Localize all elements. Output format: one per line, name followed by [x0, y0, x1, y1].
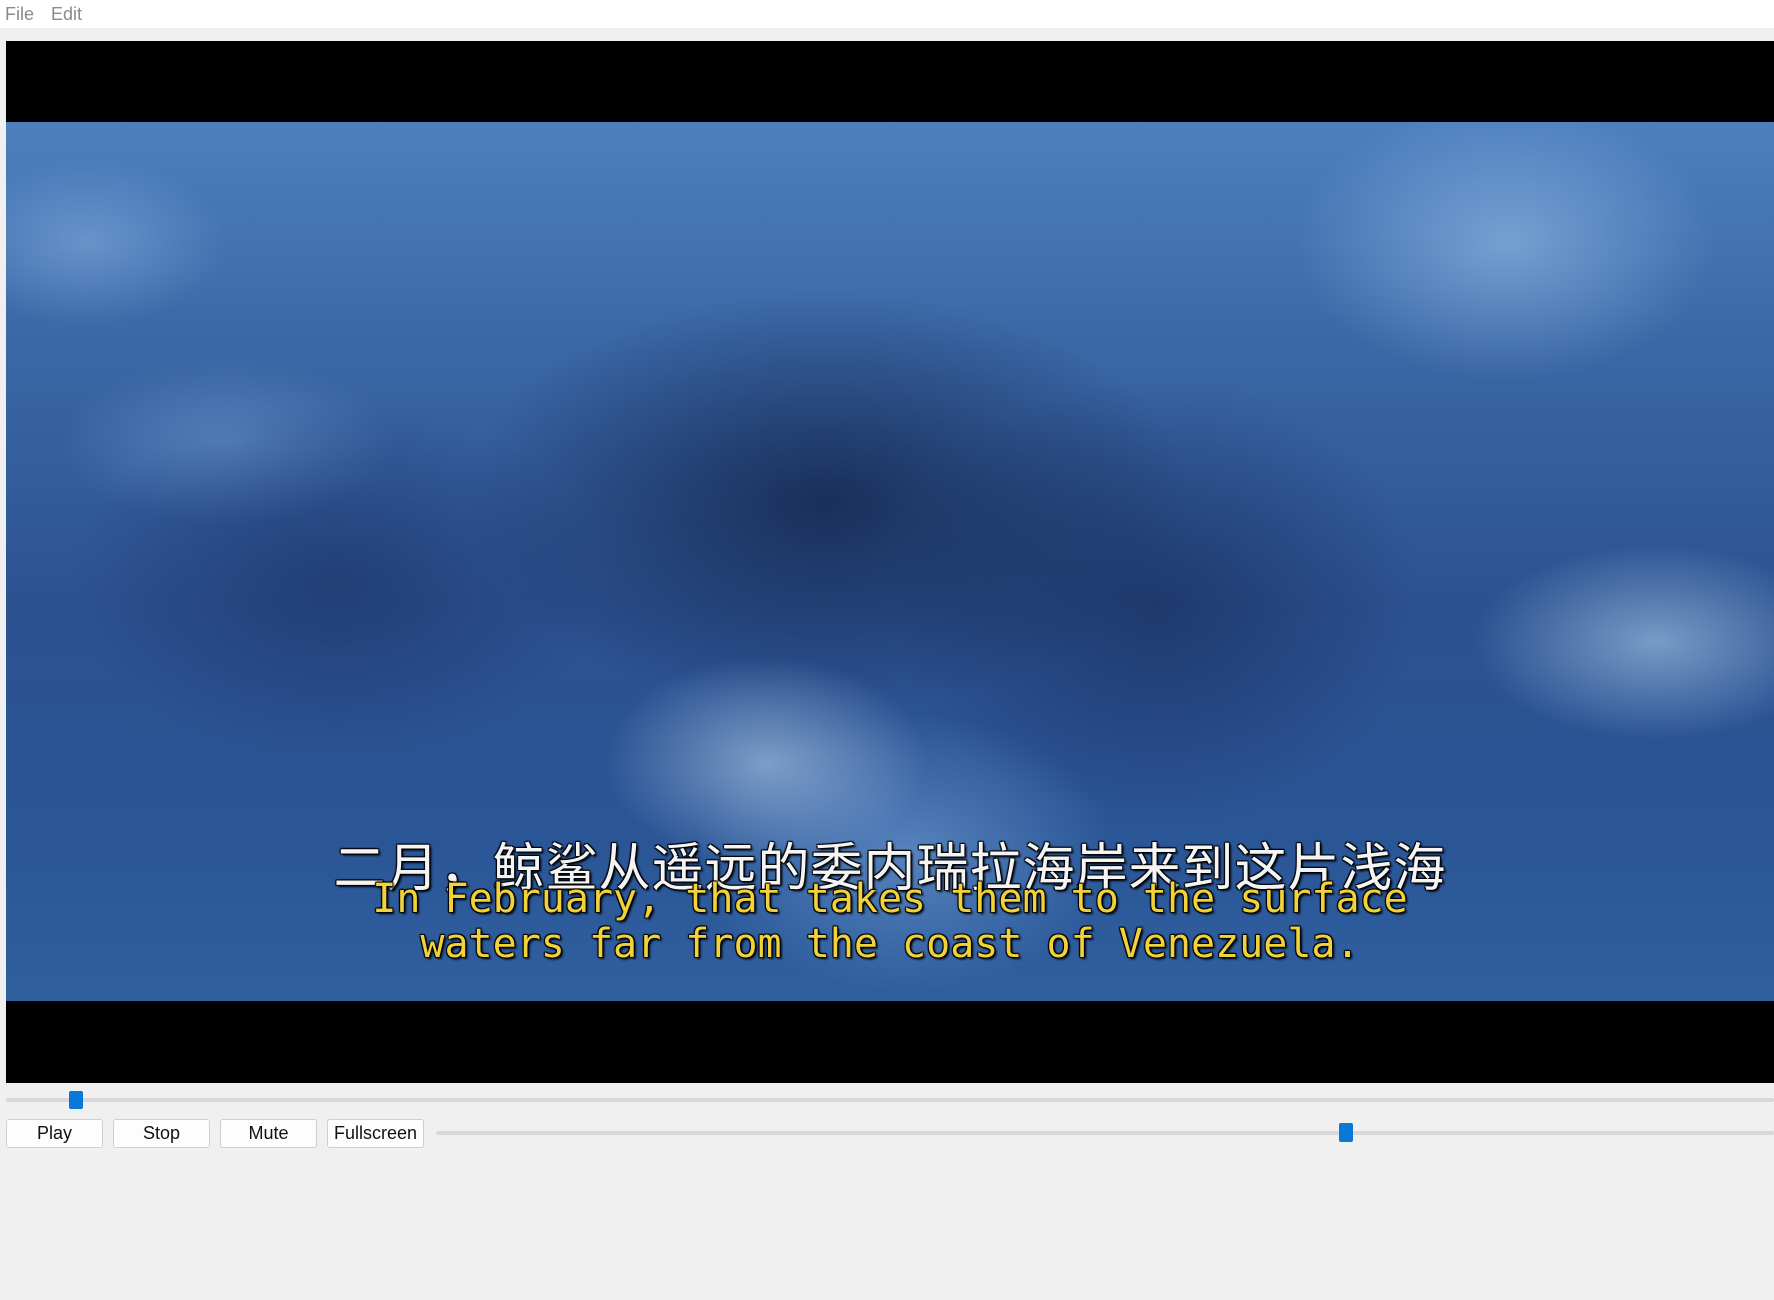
volume-slider-handle[interactable]: [1339, 1123, 1353, 1142]
menu-bar: File Edit: [0, 0, 1774, 28]
seek-slider-handle[interactable]: [69, 1091, 83, 1109]
volume-slider-track[interactable]: [436, 1131, 1774, 1135]
subtitle-english-line-2: waters far from the coast of Venezuela.: [420, 921, 1360, 967]
stop-button[interactable]: Stop: [113, 1119, 210, 1148]
subtitle-english-line-1: In February, that takes them to the surf…: [372, 876, 1408, 922]
menu-edit[interactable]: Edit: [45, 0, 93, 28]
playback-controls: Play Stop Mute Fullscreen: [6, 1119, 424, 1150]
seek-slider-track[interactable]: [6, 1098, 1774, 1102]
video-display[interactable]: 二月，鲸鲨从遥远的委内瑞拉海岸来到这片浅海 In February, that …: [6, 41, 1774, 1083]
mute-button[interactable]: Mute: [220, 1119, 317, 1148]
play-button[interactable]: Play: [6, 1119, 103, 1148]
menu-file[interactable]: File: [0, 0, 45, 28]
fullscreen-button[interactable]: Fullscreen: [327, 1119, 424, 1148]
